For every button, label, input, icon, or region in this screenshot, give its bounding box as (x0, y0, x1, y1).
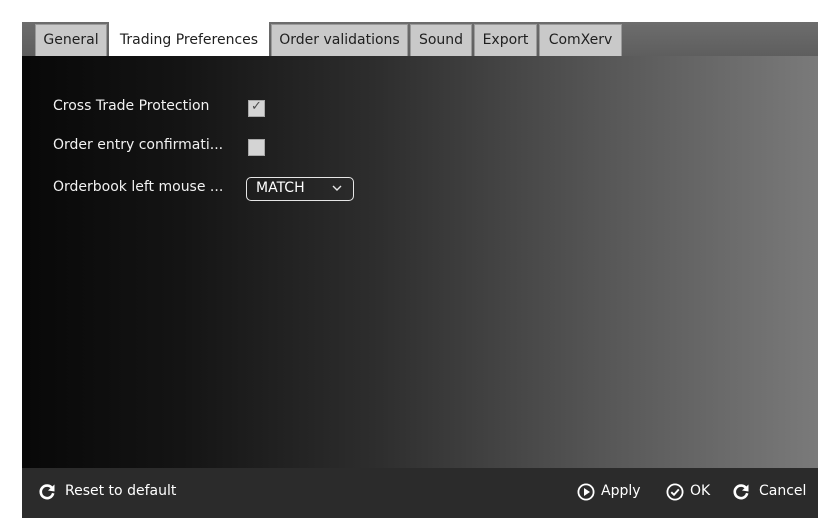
orderbook-left-mouse-value: MATCH (256, 180, 305, 196)
cancel-button[interactable]: Cancel (732, 482, 812, 504)
cross-trade-protection-label: Cross Trade Protection (53, 98, 210, 114)
apply-label: Apply (601, 483, 641, 499)
order-entry-confirmation-label: Order entry confirmati... (53, 137, 224, 153)
play-circle-icon (577, 483, 595, 501)
order-entry-confirmation-checkbox[interactable] (248, 139, 265, 156)
ok-button[interactable]: OK (666, 482, 714, 504)
tab-order-validations[interactable]: Order validations (271, 24, 408, 56)
check-circle-icon (666, 483, 684, 501)
reset-label: Reset to default (65, 483, 177, 499)
refresh-icon (733, 484, 749, 500)
tab-trading-preferences[interactable]: Trading Preferences (109, 22, 269, 58)
checkmark-icon: ✓ (251, 99, 262, 114)
tab-comxerv[interactable]: ComXerv (539, 24, 622, 56)
orderbook-left-mouse-select[interactable]: MATCH (246, 177, 354, 201)
preferences-dialog: General Trading Preferences Order valida… (22, 12, 818, 518)
dialog-footer: Reset to default Apply OK Cancel (22, 468, 818, 518)
ok-label: OK (690, 483, 711, 499)
tab-general[interactable]: General (35, 24, 107, 56)
trading-preferences-panel: Cross Trade Protection ✓ Order entry con… (22, 56, 818, 468)
reset-to-default-button[interactable]: Reset to default (38, 482, 188, 504)
refresh-icon (39, 484, 55, 500)
tab-sound[interactable]: Sound (410, 24, 472, 56)
tab-bar: General Trading Preferences Order valida… (22, 12, 818, 58)
orderbook-left-mouse-label: Orderbook left mouse ... (53, 179, 224, 195)
cross-trade-protection-checkbox[interactable]: ✓ (248, 99, 265, 117)
tab-export[interactable]: Export (474, 24, 537, 56)
chevron-down-icon (332, 185, 342, 191)
apply-button[interactable]: Apply (577, 482, 649, 504)
cancel-label: Cancel (759, 483, 807, 499)
